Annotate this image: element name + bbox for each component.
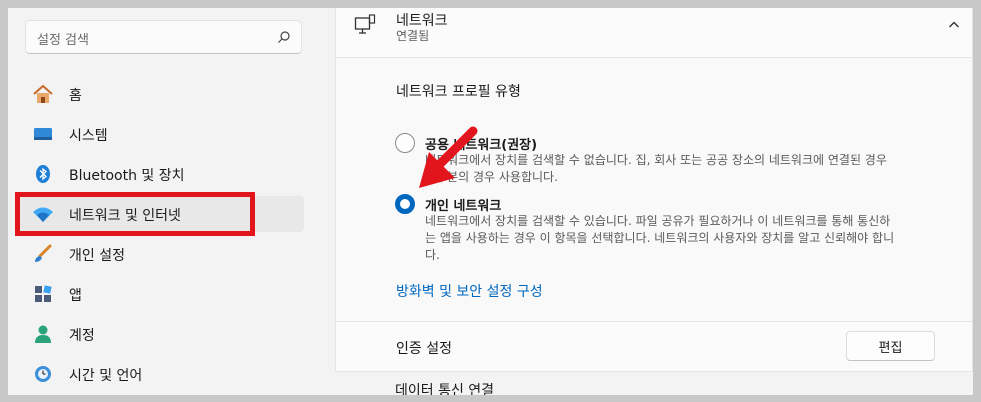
system-icon — [34, 128, 52, 140]
sidebar-item-label: 시간 및 언어 — [69, 368, 143, 384]
ethernet-monitor-icon — [354, 14, 376, 34]
sidebar-item-network[interactable]: 네트워크 및 인터넷 — [16, 196, 304, 232]
account-icon — [35, 325, 51, 343]
public-network-title: 공용 네트워크(권장) — [425, 138, 538, 153]
sidebar-item-home[interactable]: 홈 — [16, 76, 304, 112]
settings-window: 설정 검색 홈 시스템 Bluetooth 및 장치 네트워크 및 인터넷 개인… — [8, 8, 973, 395]
search-box[interactable]: 설정 검색 — [25, 20, 302, 54]
wifi-icon — [33, 207, 53, 222]
sidebar-item-label: 개인 설정 — [69, 248, 125, 264]
sidebar-item-bluetooth[interactable]: Bluetooth 및 장치 — [16, 156, 304, 192]
sidebar-item-label: 홈 — [69, 88, 82, 104]
sidebar-item-label: 시스템 — [69, 128, 108, 144]
private-network-title: 개인 네트워크 — [425, 199, 502, 214]
public-network-radio[interactable] — [395, 133, 415, 153]
auth-settings-label: 인증 설정 — [396, 341, 452, 357]
network-card-header[interactable]: 네트워크 연결됨 — [335, 8, 973, 58]
firewall-settings-link[interactable]: 방화벽 및 보안 설정 구성 — [396, 281, 543, 301]
chevron-up-icon[interactable] — [948, 20, 960, 30]
network-status: 연결됨 — [396, 29, 430, 43]
auth-settings-row: 인증 설정 편집 — [335, 322, 973, 372]
sidebar-item-apps[interactable]: 앱 — [16, 276, 304, 312]
sidebar-item-label: 계정 — [69, 328, 95, 344]
main-content: 네트워크 연결됨 네트워크 프로필 유형 공용 네트워크(권장) 네트워크에서 … — [335, 8, 973, 395]
sidebar: 설정 검색 홈 시스템 Bluetooth 및 장치 네트워크 및 인터넷 개인… — [8, 8, 335, 395]
sidebar-item-accounts[interactable]: 계정 — [16, 316, 304, 352]
sidebar-item-system[interactable]: 시스템 — [16, 116, 304, 152]
sidebar-item-label: 앱 — [69, 288, 82, 304]
apps-icon — [35, 285, 52, 302]
sidebar-item-label: 네트워크 및 인터넷 — [69, 208, 181, 224]
profile-type-label: 네트워크 프로필 유형 — [396, 84, 521, 100]
selection-indicator — [17, 206, 20, 222]
private-network-desc-line: 는 앱을 사용하는 경우 이 항목을 선택합니다. 네트워크의 사용자와 장치를… — [425, 231, 895, 245]
bluetooth-icon — [36, 165, 50, 183]
edit-button[interactable]: 편집 — [846, 331, 935, 361]
sidebar-item-time-language[interactable]: 시간 및 언어 — [16, 356, 304, 392]
public-network-desc-line: 대부분의 경우 사용합니다. — [425, 170, 558, 184]
home-icon — [33, 84, 53, 103]
clock-globe-icon — [35, 366, 51, 382]
brush-icon — [35, 244, 52, 262]
search-icon[interactable] — [277, 30, 291, 44]
private-network-desc-line: 다. — [425, 248, 440, 262]
network-profile-panel: 네트워크 프로필 유형 공용 네트워크(권장) 네트워크에서 장치를 검색할 수… — [335, 58, 973, 322]
public-network-desc-line: 네트워크에서 장치를 검색할 수 없습니다. 집, 회사 또는 공공 장소의 네… — [425, 153, 887, 167]
private-network-desc-line: 네트워크에서 장치를 검색할 수 있습니다. 파일 공유가 필요하거나 이 네트… — [425, 214, 891, 228]
search-input[interactable]: 설정 검색 — [37, 29, 89, 48]
metered-connection-label: 데이터 통신 연결 — [395, 383, 495, 395]
private-network-radio[interactable] — [395, 194, 415, 214]
sidebar-item-personalization[interactable]: 개인 설정 — [16, 236, 304, 272]
sidebar-item-label: Bluetooth 및 장치 — [69, 168, 185, 184]
